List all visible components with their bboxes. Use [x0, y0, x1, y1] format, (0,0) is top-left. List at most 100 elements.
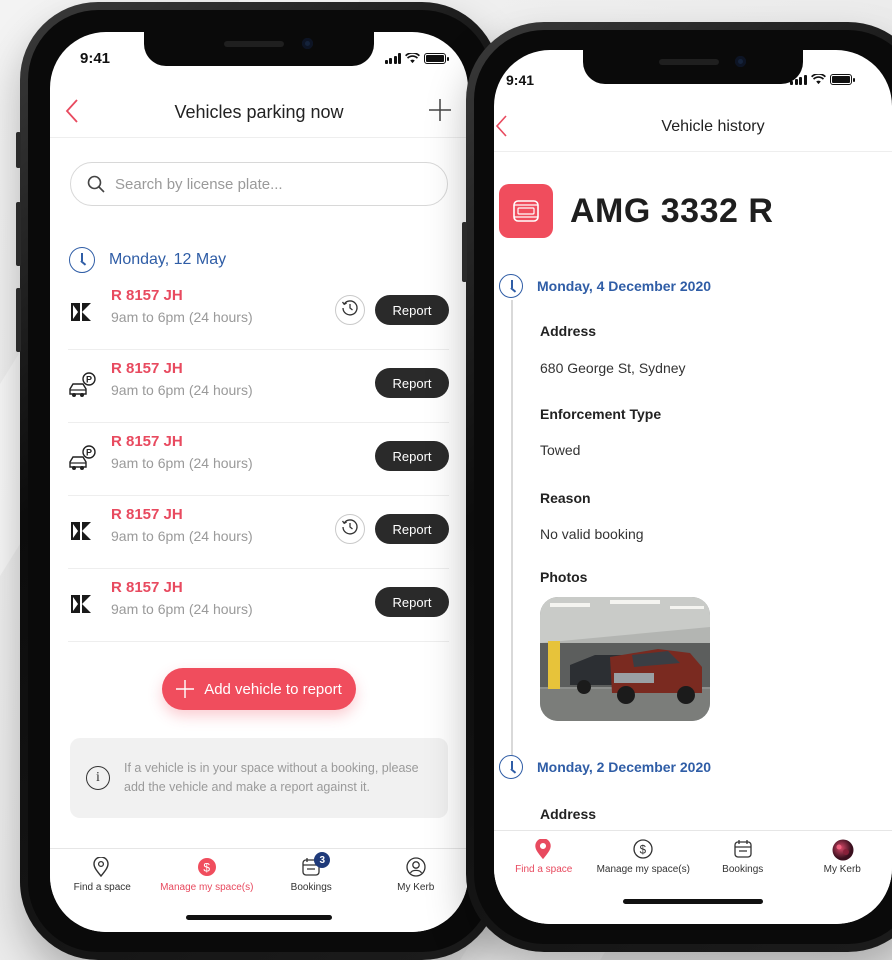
vehicle-plate: AMG 3332 R — [570, 192, 774, 230]
car-parking-icon: P — [68, 445, 96, 471]
vehicle-plate: R 8157 JH — [111, 360, 183, 377]
back-button[interactable] — [494, 114, 508, 143]
report-button[interactable]: Report — [375, 295, 449, 325]
dollar-circle-icon: $ — [197, 857, 217, 877]
report-button[interactable]: Report — [375, 514, 449, 544]
vehicle-plate: R 8157 JH — [111, 287, 183, 304]
add-vehicle-label: Add vehicle to report — [204, 680, 342, 698]
bookings-count-badge: 3 — [314, 852, 331, 868]
nav-header: Vehicle history — [494, 102, 892, 152]
clock-icon — [499, 274, 523, 298]
history-date: Monday, 2 December 2020 — [499, 755, 711, 779]
calendar-icon: 3 — [301, 852, 331, 877]
vehicle-row[interactable]: P R 8157 JH 9am to 6pm (24 hours) Report — [68, 350, 449, 423]
tab-find-a-space[interactable]: Find a space — [50, 856, 155, 932]
history-button[interactable] — [335, 514, 365, 544]
plus-icon — [429, 99, 451, 121]
add-vehicle-button[interactable]: Add vehicle to report — [162, 668, 356, 710]
report-button[interactable]: Report — [375, 441, 449, 471]
svg-text:P: P — [86, 448, 92, 458]
avatar — [832, 839, 854, 861]
vehicle-time: 9am to 6pm (24 hours) — [111, 309, 253, 325]
battery-icon — [424, 53, 449, 64]
report-button[interactable]: Report — [375, 587, 449, 617]
vehicle-plate: R 8157 JH — [111, 433, 183, 450]
history-date-label: Monday, 4 December 2020 — [537, 278, 712, 294]
chevron-left-icon — [495, 115, 507, 137]
status-icons — [384, 53, 449, 64]
reason-value: No valid booking — [540, 526, 644, 542]
right-phone: 9:41 Vehicle history AMG 3332 R Monday, … — [462, 22, 892, 952]
history-date-label: Monday, 2 December 2020 — [537, 759, 712, 775]
calendar-icon — [733, 839, 753, 859]
location-pin-icon — [534, 838, 554, 860]
tab-bookings[interactable]: Bookings — [693, 839, 793, 924]
kerb-logo-icon — [68, 518, 94, 544]
tab-label: Manage my space(s) — [596, 864, 690, 875]
vehicle-row[interactable]: R 8157 JH 9am to 6pm (24 hours) Report — [68, 496, 449, 569]
address-label: Address — [540, 323, 597, 339]
history-date: Monday, 4 December 2020 — [499, 274, 711, 298]
history-button[interactable] — [335, 295, 365, 325]
tab-bar: Find a space $ Manage my space(s) Bookin… — [494, 830, 892, 924]
home-indicator — [623, 899, 763, 904]
clock-icon — [69, 247, 95, 273]
dollar-circle-icon: $ — [633, 839, 653, 859]
search-bar[interactable] — [70, 162, 448, 206]
reason-label: Reason — [540, 490, 591, 506]
enforcement-type-value: Towed — [540, 442, 581, 458]
date-header: Monday, 12 May — [69, 247, 226, 273]
status-icons — [790, 74, 855, 85]
back-button[interactable] — [64, 98, 80, 129]
battery-icon — [829, 74, 855, 85]
clock-icon — [499, 755, 523, 779]
tab-label: My Kerb — [397, 882, 435, 893]
tab-label: Find a space — [73, 882, 131, 893]
plate-badge — [499, 184, 553, 238]
wifi-icon — [810, 74, 826, 85]
vehicle-row[interactable]: R 8157 JH 9am to 6pm (24 hours) Report — [68, 277, 449, 350]
tab-label: Bookings — [722, 864, 764, 875]
tab-find-a-space[interactable]: Find a space — [494, 838, 594, 924]
tab-my-kerb[interactable]: My Kerb — [364, 857, 469, 932]
right-screen: 9:41 Vehicle history AMG 3332 R Monday, … — [494, 50, 892, 924]
search-input[interactable] — [115, 175, 415, 193]
search-icon — [87, 175, 105, 193]
plus-icon — [176, 680, 195, 698]
vehicle-time: 9am to 6pm (24 hours) — [111, 528, 253, 544]
location-pin-icon — [92, 856, 112, 878]
kerb-logo-icon — [68, 591, 94, 617]
page-title: Vehicle history — [661, 117, 765, 135]
tab-my-kerb[interactable]: My Kerb — [793, 839, 892, 924]
vehicle-plate: R 8157 JH — [111, 579, 183, 596]
tab-manage-my-space-s[interactable]: $ Manage my space(s) — [155, 857, 260, 932]
vehicle-time: 9am to 6pm (24 hours) — [111, 382, 253, 398]
vehicle-time: 9am to 6pm (24 hours) — [111, 455, 253, 471]
photos-label: Photos — [540, 569, 588, 585]
tab-manage-my-space-s[interactable]: $ Manage my space(s) — [594, 839, 694, 924]
svg-text:P: P — [86, 375, 92, 385]
status-time: 9:41 — [80, 50, 111, 67]
address-value: 680 George St, Sydney — [540, 360, 686, 376]
tab-label: Manage my space(s) — [160, 882, 254, 893]
left-screen: 9:41 Vehicles parking now Monday, 12 May… — [50, 32, 468, 932]
left-phone: 9:41 Vehicles parking now Monday, 12 May… — [16, 2, 500, 960]
page-title: Vehicles parking now — [174, 102, 344, 122]
signal-icon — [384, 53, 401, 64]
svg-text:$: $ — [640, 844, 647, 856]
home-indicator — [186, 915, 332, 920]
tab-label: My Kerb — [823, 864, 861, 875]
history-icon — [341, 518, 359, 541]
status-time: 9:41 — [506, 72, 535, 88]
tab-label: Find a space — [515, 864, 573, 875]
add-vehicle-icon-button[interactable] — [428, 98, 452, 128]
vehicle-row[interactable]: P R 8157 JH 9am to 6pm (24 hours) Report — [68, 423, 449, 496]
vehicle-row[interactable]: R 8157 JH 9am to 6pm (24 hours) Report — [68, 569, 449, 642]
wifi-icon — [405, 53, 420, 64]
vehicle-photo[interactable] — [540, 597, 710, 721]
report-button[interactable]: Report — [375, 368, 449, 398]
nav-header: Vehicles parking now — [50, 88, 468, 138]
tab-bookings[interactable]: 3 Bookings — [259, 852, 364, 932]
info-text: If a vehicle is in your space without a … — [124, 760, 419, 794]
chevron-left-icon — [65, 99, 78, 123]
